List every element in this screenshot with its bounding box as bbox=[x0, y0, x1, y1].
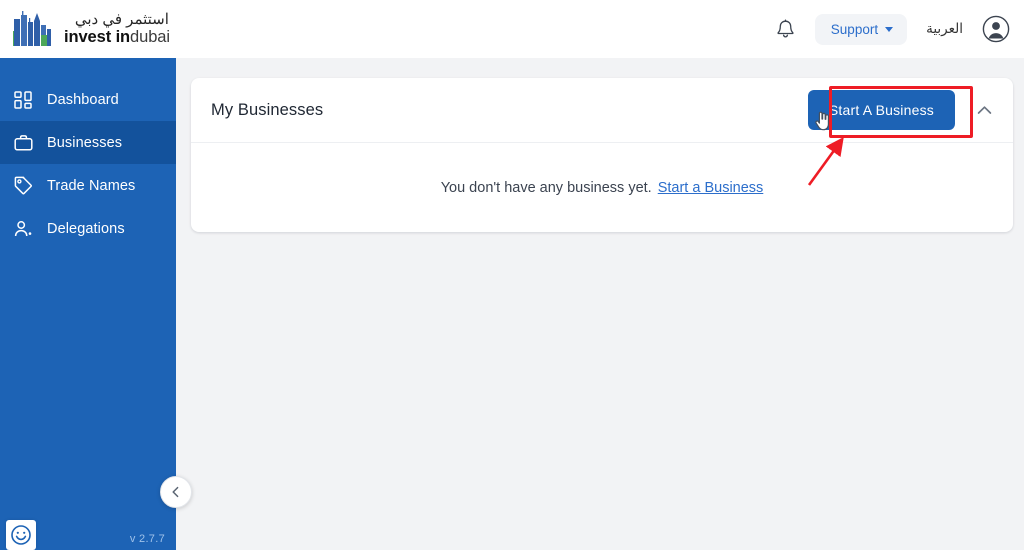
start-a-business-link[interactable]: Start a Business bbox=[658, 180, 764, 196]
dubai-skyline-icon bbox=[13, 11, 51, 46]
sidebar-collapse-button[interactable] bbox=[160, 476, 192, 508]
briefcase-icon bbox=[14, 134, 44, 152]
logo-english-bold: invest in bbox=[64, 27, 131, 46]
chevron-down-icon bbox=[885, 26, 894, 32]
app-header: استثمر في دبي invest indubai Support الع… bbox=[0, 0, 1024, 58]
support-label: Support bbox=[830, 21, 879, 37]
main-content: My Businesses Start A Business You don't… bbox=[176, 58, 1024, 550]
my-businesses-card: My Businesses Start A Business You don't… bbox=[191, 78, 1013, 232]
grid-dashboard-icon bbox=[14, 90, 44, 109]
app-version: v 2.7.7 bbox=[129, 533, 165, 545]
app-root: استثمر في دبي invest indubai Support الع… bbox=[0, 0, 1024, 550]
support-dropdown[interactable]: Support bbox=[814, 13, 908, 45]
card-collapse-button[interactable] bbox=[969, 95, 999, 125]
header-actions: Support العربية bbox=[767, 10, 1015, 48]
chevron-up-icon bbox=[977, 106, 991, 114]
logo-text: استثمر في دبي invest indubai bbox=[64, 11, 170, 48]
empty-state: You don't have any business yet. Start a… bbox=[191, 143, 1013, 232]
sidebar-item-label: Delegations bbox=[47, 220, 125, 237]
sidebar-item-label: Businesses bbox=[47, 134, 123, 151]
account-button[interactable] bbox=[979, 12, 1013, 46]
language-toggle-button[interactable]: العربية bbox=[916, 13, 973, 45]
logo[interactable]: استثمر في دبي invest indubai bbox=[11, 9, 170, 49]
feedback-button[interactable] bbox=[6, 520, 36, 550]
smiley-face-icon bbox=[11, 525, 31, 545]
sidebar-item-label: Trade Names bbox=[47, 177, 136, 194]
sidebar-item-dashboard[interactable]: Dashboard bbox=[0, 78, 176, 121]
page-title: My Businesses bbox=[211, 100, 324, 119]
card-header-actions: Start A Business bbox=[807, 90, 1013, 130]
sidebar-item-businesses[interactable]: Businesses bbox=[0, 121, 176, 164]
sidebar-nav: Dashboard Businesses Trade Names Delegat… bbox=[0, 58, 176, 250]
notifications-button[interactable] bbox=[767, 10, 805, 48]
sidebar-item-trade-names[interactable]: Trade Names bbox=[0, 164, 176, 207]
bell-icon bbox=[777, 18, 794, 38]
empty-state-message: You don't have any business yet. bbox=[440, 179, 652, 196]
user-group-icon bbox=[14, 220, 44, 238]
sidebar-item-label: Dashboard bbox=[47, 91, 119, 108]
chevron-left-icon bbox=[172, 486, 179, 498]
sidebar-item-delegations[interactable]: Delegations bbox=[0, 207, 176, 250]
logo-english-light: dubai bbox=[130, 27, 170, 46]
sidebar: Dashboard Businesses Trade Names Delegat… bbox=[0, 58, 176, 550]
tag-icon bbox=[14, 176, 44, 195]
logo-arabic: استثمر في دبي bbox=[74, 10, 169, 28]
user-avatar-icon bbox=[982, 15, 1010, 43]
card-header: My Businesses Start A Business bbox=[191, 78, 1013, 143]
start-a-business-button[interactable]: Start A Business bbox=[807, 90, 955, 130]
logo-english: invest indubai bbox=[64, 28, 170, 47]
